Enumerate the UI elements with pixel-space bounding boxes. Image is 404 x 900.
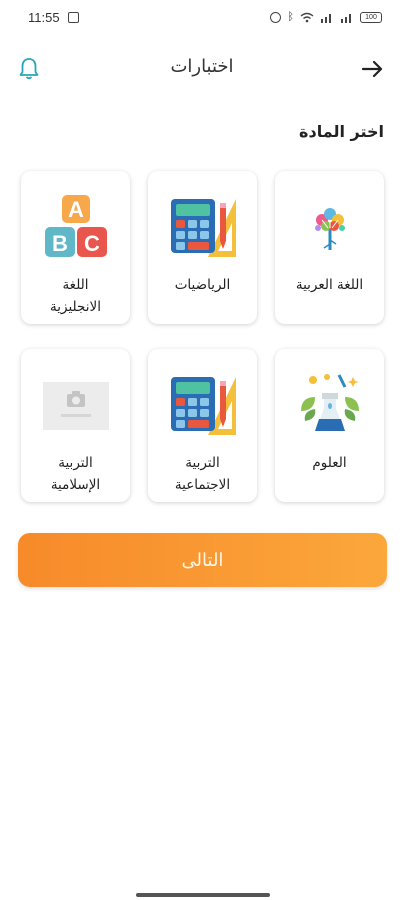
subject-label: العلوم [312,455,347,471]
image-placeholder-icon [39,369,113,443]
calculator-ruler-icon [166,191,240,265]
brain-tree-icon [293,191,367,265]
wifi-icon [300,12,314,22]
arrow-right-icon[interactable] [358,55,386,83]
abc-blocks-icon: A B C [39,191,113,265]
science-flask-icon [293,369,367,443]
alarm-icon [270,11,282,23]
svg-text:C: C [84,231,100,256]
subject-label: التربية الإسلامية [50,455,101,493]
status-time: 11:55 [28,9,60,25]
signal-icon-2 [341,13,351,23]
bluetooth-icon: ᛒ [287,11,294,23]
subject-card-english[interactable]: A B C اللغة الانجليزية [21,171,130,324]
signal-icon [321,13,331,23]
subject-label: اللغة الانجليزية [50,277,101,315]
status-left: 11:55 [28,10,79,25]
next-button[interactable]: التالى [18,533,387,587]
subject-card-science[interactable]: العلوم [275,349,384,502]
section-title: اختر المادة [299,122,384,141]
subject-card-math[interactable]: الرياضيات [148,171,257,324]
subject-card-islamic[interactable]: التربية الإسلامية [21,349,130,502]
app-header: اختبارات [0,48,404,90]
subject-label: الرياضيات [174,277,231,293]
page-title: اختبارات [170,56,234,77]
subject-card-arabic[interactable]: اللغة العربية [275,171,384,324]
subject-label: التربية الاجتماعية [174,455,231,493]
status-right: ᛒ 100 [270,11,382,23]
svg-text:A: A [68,197,84,222]
subject-label: اللغة العربية [295,277,364,293]
subject-card-social[interactable]: التربية الاجتماعية [148,349,257,502]
svg-text:B: B [52,231,68,256]
battery-icon: 100 [360,11,382,23]
status-bar: 11:55 ᛒ 100 [0,0,404,34]
battery-level: 100 [365,13,377,21]
calculator-ruler-icon [166,369,240,443]
home-indicator[interactable] [136,893,270,897]
notification-icon [67,11,79,23]
